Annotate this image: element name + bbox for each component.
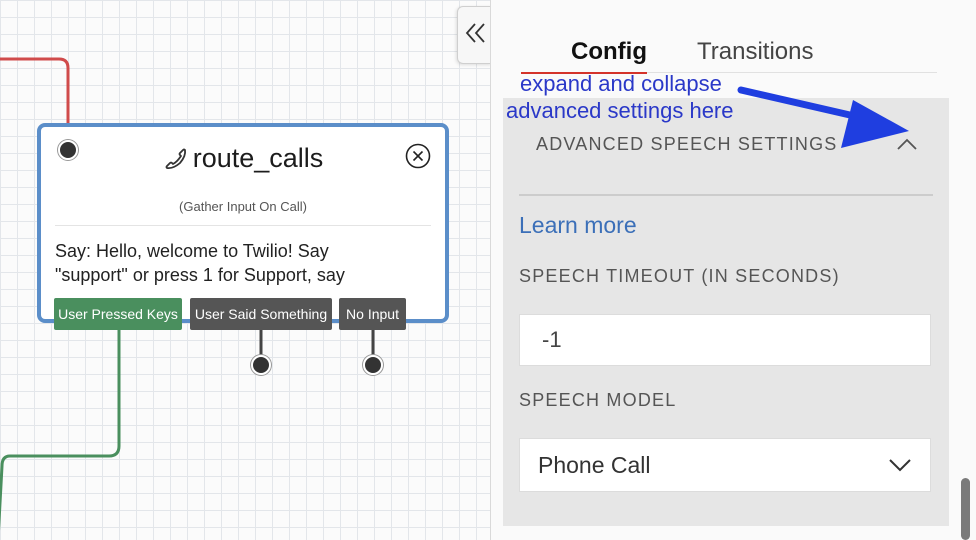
config-panel: Config Transitions ADVANCED SPEECH SETTI… — [490, 0, 976, 540]
node-title: route_calls — [41, 143, 445, 177]
node-input-port[interactable] — [58, 140, 78, 160]
transition-user-said-something[interactable]: User Said Something — [190, 298, 332, 330]
no-input-port[interactable] — [363, 355, 383, 375]
tab-config[interactable]: Config — [571, 38, 647, 66]
node-type-label: (Gather Input On Call) — [179, 199, 307, 214]
collapse-panel-button[interactable] — [457, 6, 492, 64]
user-said-something-port[interactable] — [251, 355, 271, 375]
advanced-speech-settings-section: ADVANCED SPEECH SETTINGS Learn more SPEE… — [503, 98, 949, 526]
user-pressed-keys-wire — [0, 330, 121, 531]
learn-more-link[interactable]: Learn more — [519, 212, 637, 239]
speech-timeout-input[interactable] — [519, 314, 931, 366]
transition-no-input[interactable]: No Input — [339, 298, 406, 330]
speech-model-select[interactable]: Phone Call — [519, 438, 931, 492]
phone-icon — [163, 146, 187, 177]
node-divider — [55, 225, 431, 226]
annotation-line-2: advanced settings here — [506, 98, 734, 123]
chevron-down-icon — [888, 457, 912, 473]
node-say-text: Say: Hello, welcome to Twilio! Say "supp… — [55, 241, 345, 285]
speech-model-value: Phone Call — [538, 452, 651, 478]
speech-timeout-label: SPEECH TIMEOUT (IN SECONDS) — [519, 266, 840, 286]
advanced-settings-header[interactable]: ADVANCED SPEECH SETTINGS — [536, 134, 838, 155]
flow-canvas[interactable]: route_calls (Gather Input On Call) Say: … — [0, 0, 490, 540]
chevron-up-icon[interactable] — [895, 136, 919, 152]
node-name: route_calls — [192, 143, 324, 173]
speech-model-label: SPEECH MODEL — [519, 390, 677, 410]
double-chevron-left-icon — [463, 21, 487, 50]
advanced-divider — [519, 194, 933, 196]
close-circle-icon[interactable] — [405, 143, 431, 169]
transition-user-pressed-keys[interactable]: User Pressed Keys — [54, 298, 182, 330]
widget-node-route-calls[interactable]: route_calls (Gather Input On Call) Say: … — [37, 123, 449, 323]
annotation-line-1: expand and collapse — [520, 71, 722, 96]
panel-tabs: Config Transitions — [521, 38, 937, 73]
panel-scrollbar[interactable] — [961, 478, 970, 540]
tab-transitions[interactable]: Transitions — [697, 38, 813, 66]
